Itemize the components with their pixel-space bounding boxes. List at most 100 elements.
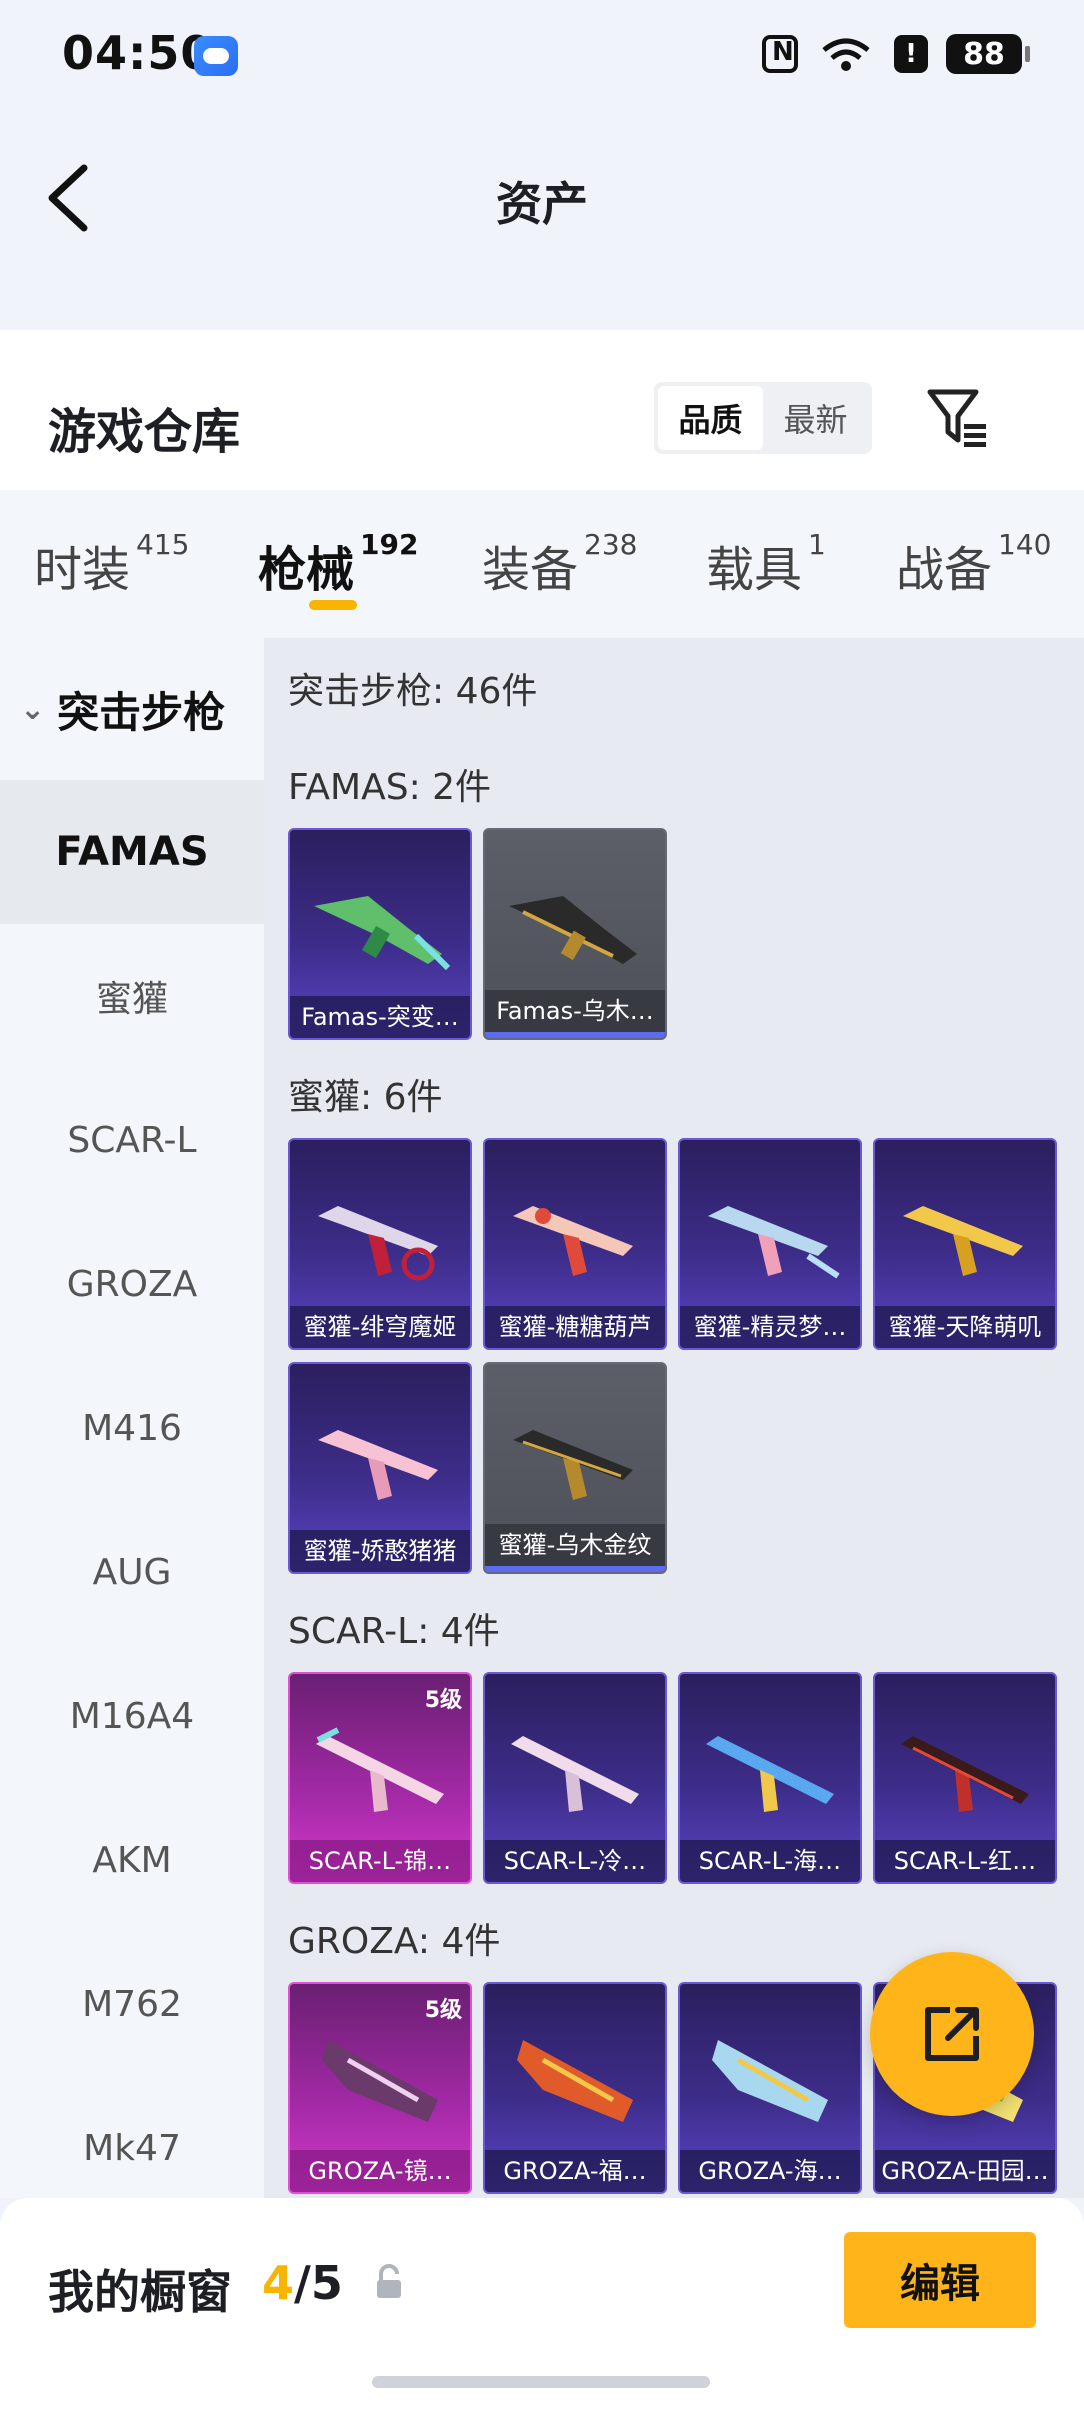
showcase-bar: 我的橱窗 4/5 编辑 — [0, 2198, 1084, 2412]
weapon-skin-name: 蜜獾-乌木金纹 — [485, 1524, 665, 1566]
nfc-icon — [762, 35, 798, 73]
sidebar-item-m16a4[interactable]: M16A4 — [0, 1644, 264, 1788]
tab-weapons[interactable]: 枪械 192 — [258, 528, 419, 600]
warehouse-header: 游戏仓库 品质 最新 — [0, 330, 1084, 490]
weapon-skin-card[interactable]: Famas-乌木… — [483, 828, 667, 1040]
weapon-skin-card[interactable]: 5级 SCAR-L-锦… — [288, 1672, 472, 1884]
weapon-skin-card[interactable]: Famas-突变… — [288, 828, 472, 1040]
weapon-skin-card[interactable]: 蜜獾-绯穹魔姬 — [288, 1138, 472, 1350]
weapon-skin-card[interactable]: GROZA-海… — [678, 1982, 862, 2194]
weapon-skin-card[interactable]: GROZA-福… — [483, 1982, 667, 2194]
rifle-icon — [511, 1736, 639, 1812]
weapon-skin-card[interactable]: 蜜獾-糖糖葫芦 — [483, 1138, 667, 1350]
tab-label: 装备 — [482, 542, 579, 598]
weapon-skin-name: GROZA-海… — [680, 2150, 860, 2192]
wifi-icon — [816, 34, 876, 74]
share-button[interactable] — [870, 1952, 1034, 2116]
share-icon — [925, 2007, 979, 2061]
weapon-skin-card[interactable]: 蜜獾-天降萌叽 — [873, 1138, 1057, 1350]
weapon-skin-name: Famas-突变… — [290, 996, 470, 1038]
level-badge: 5级 — [424, 1688, 462, 1713]
smg-icon — [708, 1206, 840, 1279]
rifle-icon — [314, 896, 451, 971]
edit-button[interactable]: 编辑 — [844, 2232, 1036, 2328]
sidebar-item-groza[interactable]: GROZA — [0, 1212, 264, 1356]
rifle-icon — [706, 1736, 834, 1812]
sidebar-group-label: 突击步枪 — [57, 687, 226, 737]
section-total: 突击步枪: 46件 — [288, 671, 538, 712]
smg-icon — [513, 1430, 633, 1500]
sidebar-group-assault-rifles[interactable]: ⌄ 突击步枪 — [0, 638, 264, 780]
weapon-skin-name: 蜜獾-绯穹魔姬 — [290, 1306, 470, 1348]
weapon-skin-name: Famas-乌木… — [485, 990, 665, 1032]
weapon-skin-name: 蜜獾-糖糖葫芦 — [485, 1306, 665, 1348]
home-indicator[interactable] — [372, 2376, 710, 2388]
sidebar-item-famas[interactable]: FAMAS — [0, 780, 264, 924]
sidebar-item-m762[interactable]: M762 — [0, 1932, 264, 2076]
showcase-current: 4 — [262, 2256, 295, 2310]
tab-outfits[interactable]: 时装 415 — [34, 528, 190, 600]
alert-icon: ! — [894, 35, 928, 73]
tab-count: 415 — [136, 528, 190, 561]
tab-count: 238 — [584, 528, 638, 561]
tab-vehicles[interactable]: 载具 1 — [706, 528, 826, 600]
smg-icon — [513, 1206, 633, 1276]
weapon-skin-name: 蜜獾-天降萌叽 — [875, 1306, 1055, 1348]
rifle-icon — [712, 2040, 828, 2122]
status-bar: 04:50 ! 88 — [0, 0, 1084, 110]
showcase-total: /5 — [294, 2256, 343, 2310]
weapon-skin-card[interactable]: 蜜獾-精灵梦… — [678, 1138, 862, 1350]
cloud-app-icon — [194, 36, 238, 76]
tab-count: 140 — [998, 528, 1052, 561]
group-title: FAMAS: 2件 — [288, 767, 492, 808]
sidebar-item-scar-l[interactable]: SCAR-L — [0, 1068, 264, 1212]
rifle-icon — [901, 1736, 1029, 1812]
weapon-skin-name: GROZA-田园… — [875, 2150, 1055, 2192]
sidebar-item-aug[interactable]: AUG — [0, 1500, 264, 1644]
tab-count: 192 — [360, 528, 419, 561]
category-tabs: 时装 415 枪械 192 装备 238 载具 1 战备 140 — [0, 490, 1084, 638]
sidebar-item-m416[interactable]: M416 — [0, 1356, 264, 1500]
filter-button[interactable] — [926, 386, 990, 450]
smg-icon — [318, 1430, 438, 1500]
warehouse-title: 游戏仓库 — [48, 404, 241, 460]
weapon-skin-name: SCAR-L-锦… — [290, 1840, 470, 1882]
lock-icon — [377, 2264, 401, 2298]
group-title: GROZA: 4件 — [288, 1921, 501, 1962]
tab-label: 战备 — [896, 542, 993, 598]
weapon-skin-card[interactable]: SCAR-L-红… — [873, 1672, 1057, 1884]
rifle-icon — [316, 1727, 444, 1812]
battery-icon: 88 — [946, 34, 1030, 74]
rifle-icon — [517, 2040, 633, 2122]
sort-option-quality[interactable]: 品质 — [658, 386, 763, 450]
rifle-icon — [509, 896, 637, 964]
active-tab-indicator — [309, 600, 357, 610]
sort-option-latest[interactable]: 最新 — [763, 386, 868, 450]
status-icons: ! 88 — [762, 34, 1030, 74]
tab-label: 载具 — [706, 542, 803, 598]
group-title: SCAR-L: 4件 — [288, 1611, 500, 1652]
weapon-skin-card[interactable]: 蜜獾-娇憨猪猪 — [288, 1362, 472, 1574]
tab-supplies[interactable]: 战备 140 — [896, 528, 1052, 600]
status-time: 04:50 — [62, 26, 214, 80]
rifle-icon — [322, 2040, 438, 2122]
sidebar-item-akm[interactable]: AKM — [0, 1788, 264, 1932]
weapon-skin-name: SCAR-L-海… — [680, 1840, 860, 1882]
weapon-skin-card[interactable]: SCAR-L-海… — [678, 1672, 862, 1884]
smg-icon — [903, 1206, 1023, 1276]
filter-icon — [927, 389, 986, 447]
weapon-skin-card[interactable]: SCAR-L-冷… — [483, 1672, 667, 1884]
group-title: 蜜獾: 6件 — [288, 1077, 443, 1118]
weapon-skin-name: GROZA-福… — [485, 2150, 665, 2192]
level-badge: 5级 — [424, 1998, 462, 2023]
sidebar-item-honey-badger[interactable]: 蜜獾 — [0, 924, 264, 1068]
tab-equipment[interactable]: 装备 238 — [482, 528, 638, 600]
showcase-label: 我的橱窗 — [48, 2265, 232, 2319]
weapon-skin-name: SCAR-L-冷… — [485, 1840, 665, 1882]
page-title: 资产 — [496, 177, 588, 231]
weapon-skin-card[interactable]: 蜜獾-乌木金纹 — [483, 1362, 667, 1574]
weapon-skin-name: 蜜獾-娇憨猪猪 — [290, 1530, 470, 1572]
showcase-count: 4/5 — [262, 2256, 343, 2310]
weapon-skin-card[interactable]: 5级 GROZA-镜… — [288, 1982, 472, 2194]
smg-icon — [318, 1206, 438, 1281]
